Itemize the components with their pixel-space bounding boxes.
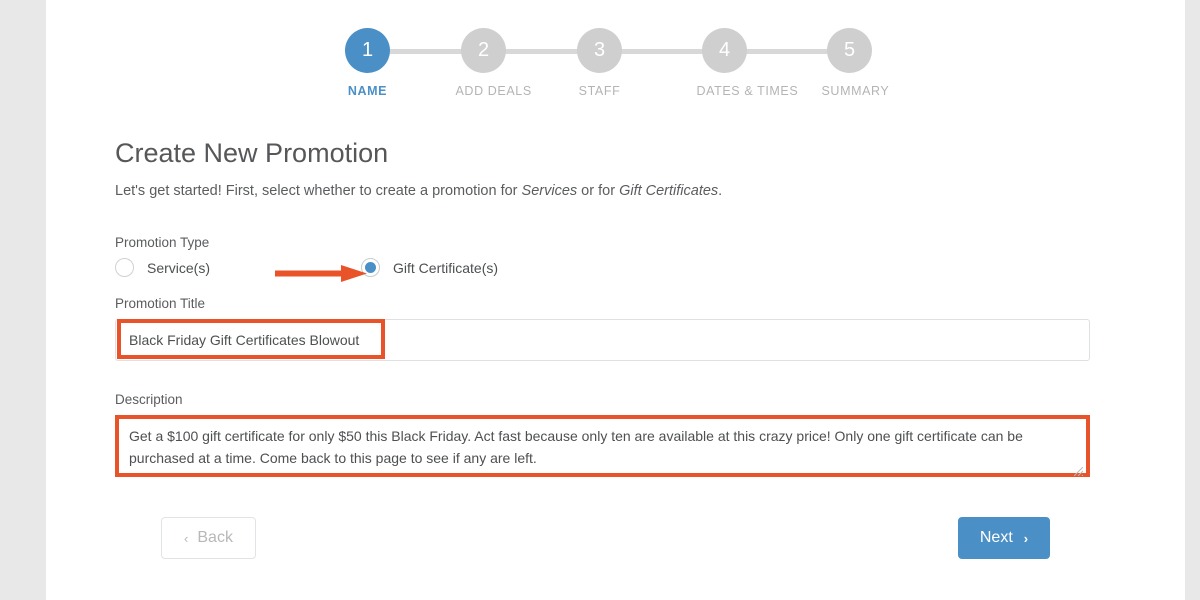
back-button[interactable]: ‹ Back (161, 517, 256, 559)
intro-part-1: Let's get started! First, select whether… (115, 183, 522, 199)
intro-emphasis-gift-certificates: Gift Certificates (619, 183, 719, 199)
promotion-title-input[interactable] (115, 319, 1090, 361)
stepper-step-staff[interactable]: 3 STAFF (572, 28, 628, 98)
chevron-right-icon: › (1023, 530, 1029, 546)
stepper-step-number-3: 3 (577, 28, 622, 73)
annotation-arrow-icon (275, 265, 367, 282)
radio-dot-services[interactable] (115, 258, 134, 277)
stepper-step-number-4: 4 (702, 28, 747, 73)
stepper-step-dates-times[interactable]: 4 DATES & TIMES (696, 28, 799, 98)
stepper-step-summary[interactable]: 5 SUMMARY (821, 28, 890, 98)
next-button-label: Next (979, 529, 1013, 546)
promotion-type-label: Promotion Type (115, 235, 210, 250)
page-canvas: 1 NAME 2 ADD DEALS 3 STAFF 4 DATES & TIMES 5 SUMM… (46, 0, 1185, 600)
intro-part-3: . (718, 183, 723, 199)
promotion-type-radio-group: Service(s) Gift Certificate(s) (115, 258, 1090, 288)
wizard-button-row: ‹ Back Next › (115, 517, 1090, 559)
form-content: Create New Promotion Let's get started! … (115, 138, 1090, 559)
stepper-step-label-3: STAFF (578, 84, 621, 98)
stepper-connector-1 (387, 49, 464, 54)
stepper-connector-3 (619, 49, 705, 54)
stepper-step-label-4: DATES & TIMES (696, 84, 799, 98)
stepper-step-label-5: SUMMARY (821, 84, 890, 98)
right-page-gutter (1185, 0, 1200, 600)
chevron-left-icon: ‹ (184, 530, 189, 546)
intro-part-2: or for (577, 183, 620, 199)
back-button-label: Back (197, 529, 233, 546)
stepper-step-name[interactable]: 1 NAME (340, 28, 396, 98)
stepper-connector-2 (503, 49, 580, 54)
stepper-step-number-2: 2 (461, 28, 506, 73)
left-page-gutter (0, 0, 46, 600)
intro-text: Let's get started! First, select whether… (115, 183, 1090, 199)
description-field-wrap: Get a $100 gift certificate for only $50… (115, 415, 1090, 482)
intro-emphasis-services: Services (521, 183, 578, 199)
description-label: Description (115, 392, 183, 407)
next-button[interactable]: Next › (958, 517, 1050, 559)
stepper-step-add-deals[interactable]: 2 ADD DEALS (455, 28, 532, 98)
description-textarea[interactable]: Get a $100 gift certificate for only $50… (115, 415, 1090, 477)
stepper-step-label-2: ADD DEALS (455, 84, 532, 98)
stepper-step-number-1: 1 (345, 28, 390, 73)
promotion-title-field-wrap (115, 319, 1090, 361)
stepper-steps: 1 NAME 2 ADD DEALS 3 STAFF 4 DATES & TIMES 5 SUMM… (345, 28, 889, 98)
stepper-step-label-1: NAME (347, 84, 388, 98)
radio-option-services[interactable]: Service(s) (115, 258, 210, 277)
stepper-step-number-5: 5 (827, 28, 872, 73)
wizard-stepper: 1 NAME 2 ADD DEALS 3 STAFF 4 DATES & TIMES 5 SUMM… (46, 28, 1185, 112)
stepper-connector-4 (744, 49, 830, 54)
radio-option-gift-certificates[interactable]: Gift Certificate(s) (361, 258, 498, 277)
promotion-title-label: Promotion Title (115, 296, 206, 311)
page-title: Create New Promotion (115, 138, 389, 168)
radio-label-services: Service(s) (147, 259, 211, 276)
radio-label-gift-certificates: Gift Certificate(s) (393, 259, 499, 276)
